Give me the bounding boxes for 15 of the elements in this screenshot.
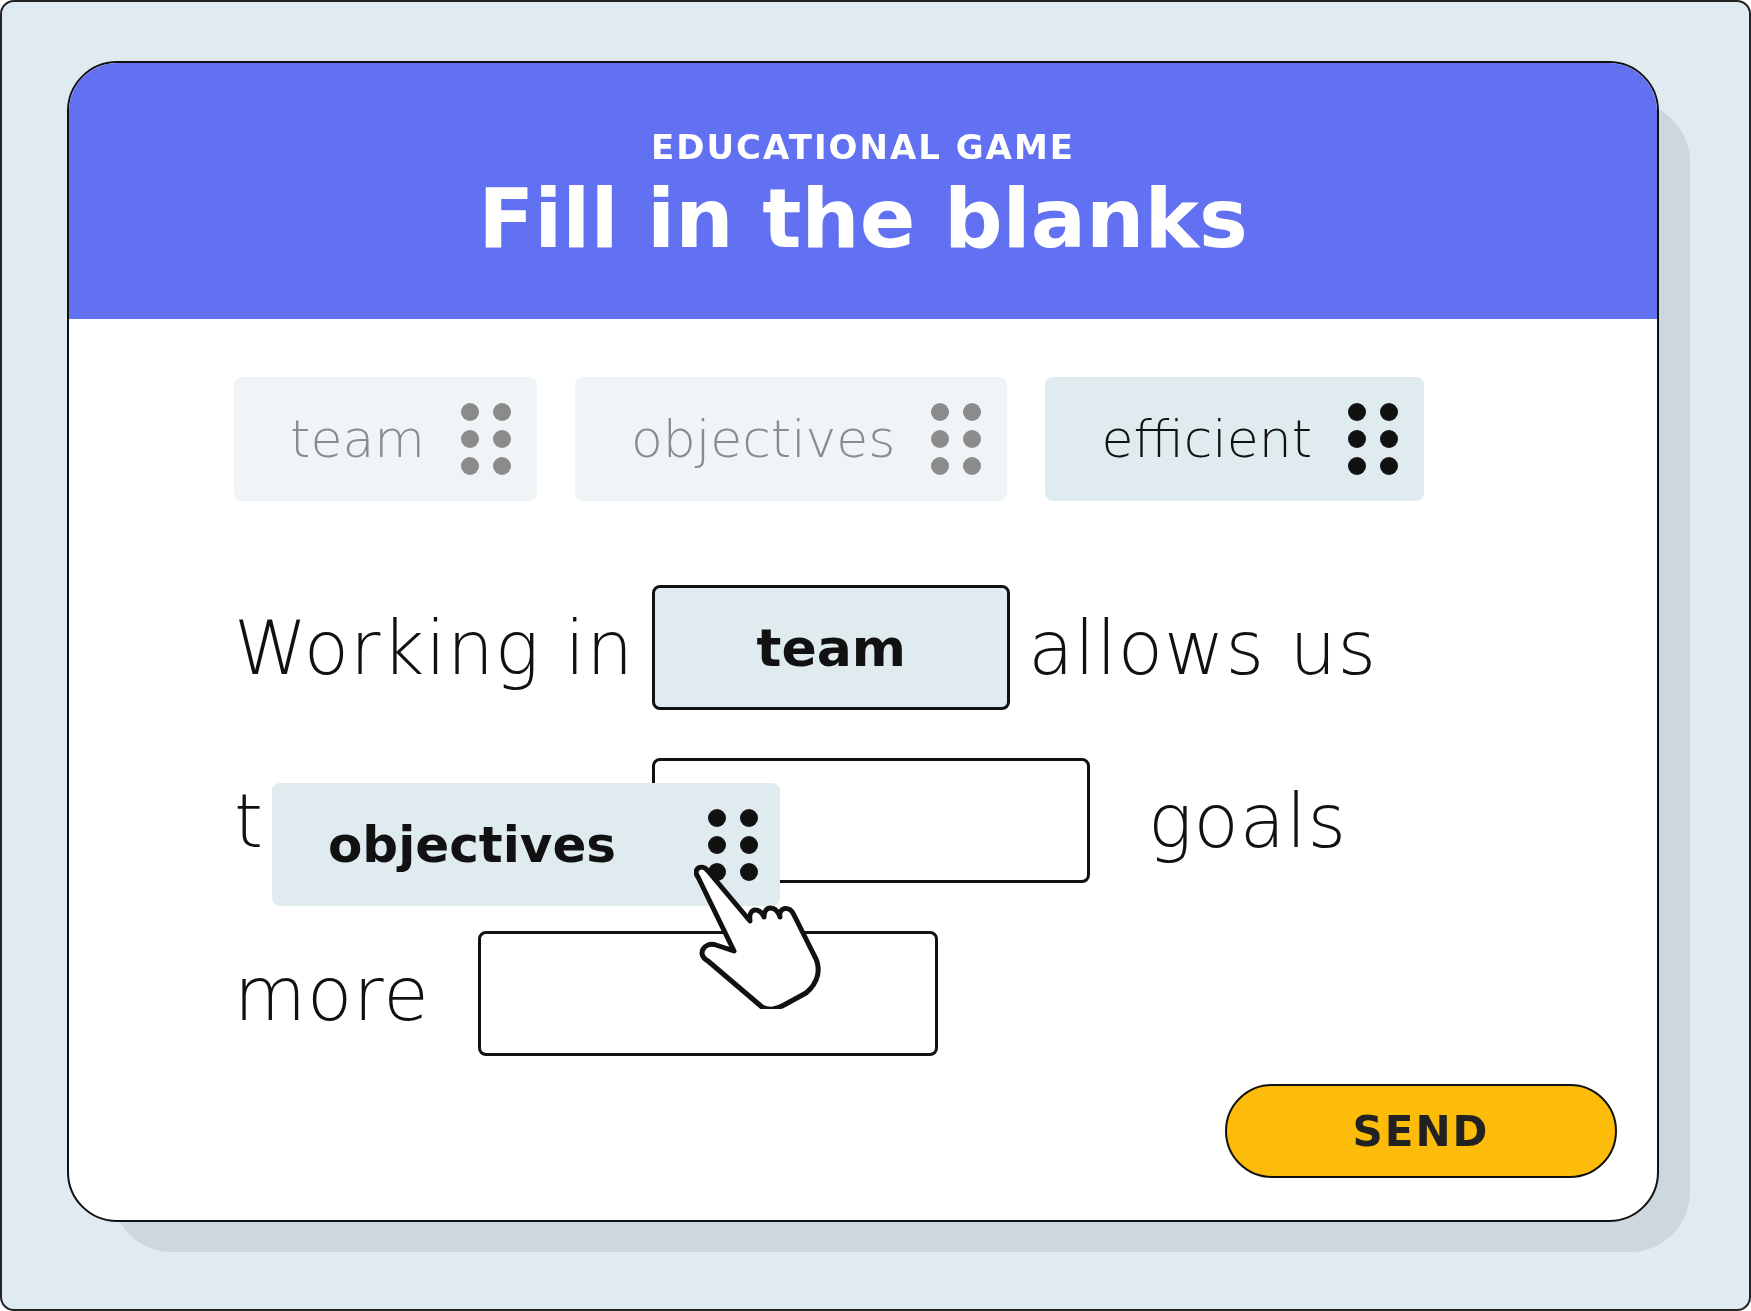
sentence-text: goals <box>1148 777 1348 864</box>
dragged-word-chip[interactable]: objectives <box>272 783 780 906</box>
drag-handle-icon[interactable] <box>708 808 758 881</box>
drag-handle-icon[interactable] <box>1348 403 1399 475</box>
drag-handle-icon[interactable] <box>931 403 982 475</box>
sentence-text: t <box>234 777 264 864</box>
word-chip[interactable]: efficient <box>1045 377 1425 501</box>
send-button[interactable]: SEND <box>1225 1084 1617 1178</box>
drag-handle-icon[interactable] <box>460 403 511 475</box>
sentence-text: more <box>234 950 430 1037</box>
game-title: Fill in the blanks <box>478 170 1248 266</box>
sentence-text: Working in <box>234 604 635 691</box>
game-category: EDUCATIONAL GAME <box>651 126 1075 167</box>
answer-box[interactable]: team <box>652 585 1011 710</box>
sentence-text: allows us <box>1028 604 1378 691</box>
